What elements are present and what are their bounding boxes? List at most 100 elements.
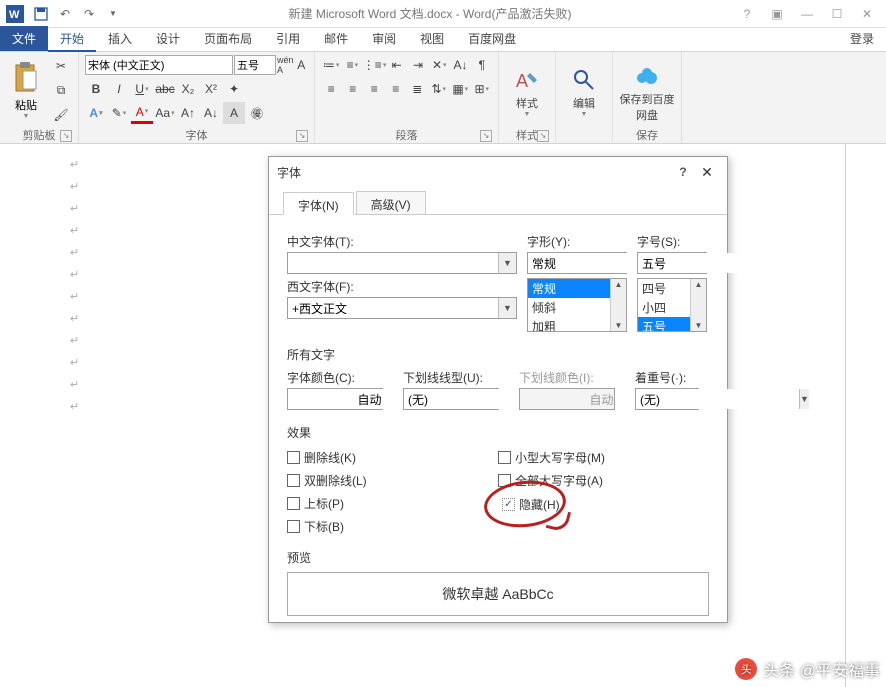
group-styles: A 样式 ▼ 样式↘ bbox=[499, 52, 556, 143]
scroll-up-icon[interactable]: ▲ bbox=[695, 279, 703, 290]
highlight-icon[interactable]: ✎ bbox=[108, 102, 130, 124]
align-right-icon[interactable]: ≡ bbox=[364, 78, 385, 100]
dialog-tab-advanced[interactable]: 高级(V) bbox=[356, 191, 426, 214]
shrink-font-icon[interactable]: A↓ bbox=[200, 102, 222, 124]
increase-indent-icon[interactable]: ⇥ bbox=[408, 54, 428, 76]
styles-launcher-icon[interactable]: ↘ bbox=[537, 130, 549, 142]
paste-button[interactable]: 粘贴 ▼ bbox=[6, 54, 46, 127]
maximize-icon[interactable]: ☐ bbox=[826, 7, 848, 21]
bullets-icon[interactable]: ≔ bbox=[321, 54, 341, 76]
multilevel-icon[interactable]: ⋮≡ bbox=[364, 54, 386, 76]
distribute-icon[interactable]: ≣ bbox=[407, 78, 428, 100]
borders-icon[interactable]: ⊞ bbox=[472, 78, 493, 100]
change-case-icon[interactable]: Aa bbox=[154, 102, 176, 124]
style-combo[interactable] bbox=[527, 252, 627, 274]
asian-layout-icon[interactable]: ✕ bbox=[429, 54, 449, 76]
dialog-tab-font[interactable]: 字体(N) bbox=[283, 192, 354, 215]
phonetic-icon[interactable]: wénA bbox=[277, 54, 294, 76]
tab-mailings[interactable]: 邮件 bbox=[312, 26, 360, 51]
clipboard-launcher-icon[interactable]: ↘ bbox=[60, 130, 72, 142]
tab-references[interactable]: 引用 bbox=[264, 26, 312, 51]
copy-icon[interactable]: ⧉ bbox=[50, 79, 72, 101]
tab-home[interactable]: 开始 bbox=[48, 26, 96, 51]
save-baidu-button[interactable]: 保存到百度网盘 bbox=[619, 54, 675, 127]
char-border-icon[interactable]: A bbox=[295, 54, 308, 76]
qat-customize-icon[interactable]: ▼ bbox=[102, 3, 124, 25]
underline-button[interactable]: U bbox=[131, 78, 153, 100]
size-listbox[interactable]: 四号 小四 五号 ▲▼ bbox=[637, 278, 707, 332]
undo-icon[interactable]: ↶ bbox=[54, 3, 76, 25]
chevron-down-icon[interactable]: ▼ bbox=[498, 298, 516, 318]
dialog-help-icon[interactable]: ? bbox=[671, 165, 695, 179]
western-font-combo[interactable]: ▼ bbox=[287, 297, 517, 319]
scroll-down-icon[interactable]: ▼ bbox=[695, 320, 703, 331]
chinese-font-combo[interactable]: ▼ bbox=[287, 252, 517, 274]
group-font: wénA A B I U abc X₂ X² ✦ A ✎ A Aa A↑ A↓ … bbox=[79, 52, 315, 143]
dialog-title: 字体 bbox=[277, 164, 671, 181]
numbering-icon[interactable]: ≡ bbox=[342, 54, 362, 76]
char-shading-icon[interactable]: A bbox=[223, 102, 245, 124]
redo-icon[interactable]: ↷ bbox=[78, 3, 100, 25]
format-painter-icon[interactable]: 🖌 bbox=[50, 104, 72, 126]
chevron-down-icon[interactable]: ▼ bbox=[498, 253, 516, 273]
small-caps-checkbox[interactable]: 小型大写字母(M) bbox=[498, 449, 709, 466]
styles-button[interactable]: A 样式 ▼ bbox=[505, 54, 549, 127]
close-icon[interactable]: ✕ bbox=[856, 7, 878, 21]
shading-icon[interactable]: ▦ bbox=[450, 78, 471, 100]
double-strike-checkbox[interactable]: 双删除线(L) bbox=[287, 472, 498, 489]
emphasis-combo[interactable]: ▼ bbox=[635, 388, 699, 410]
minimize-icon[interactable]: — bbox=[796, 7, 818, 21]
tab-layout[interactable]: 页面布局 bbox=[192, 26, 264, 51]
font-color-icon[interactable]: A bbox=[131, 102, 153, 124]
clear-format-icon[interactable]: ✦ bbox=[223, 78, 245, 100]
font-color-combo[interactable]: ▼ bbox=[287, 388, 383, 410]
dialog-close-icon[interactable]: ✕ bbox=[695, 164, 719, 181]
style-listbox[interactable]: 常规 倾斜 加粗 ▲▼ bbox=[527, 278, 627, 332]
size-combo[interactable] bbox=[637, 252, 707, 274]
help-icon[interactable]: ? bbox=[736, 7, 758, 21]
login-button[interactable]: 登录 bbox=[838, 26, 886, 51]
chinese-font-label: 中文字体(T): bbox=[287, 233, 517, 250]
paragraph-launcher-icon[interactable]: ↘ bbox=[480, 130, 492, 142]
save-icon[interactable] bbox=[30, 3, 52, 25]
grow-font-icon[interactable]: A↑ bbox=[177, 102, 199, 124]
strike-button[interactable]: abc bbox=[154, 78, 176, 100]
svg-text:W: W bbox=[9, 9, 20, 21]
editing-button[interactable]: 编辑 ▼ bbox=[562, 54, 606, 127]
tab-view[interactable]: 视图 bbox=[408, 26, 456, 51]
align-center-icon[interactable]: ≡ bbox=[343, 78, 364, 100]
tab-insert[interactable]: 插入 bbox=[96, 26, 144, 51]
tab-design[interactable]: 设计 bbox=[144, 26, 192, 51]
underline-type-combo[interactable]: ▼ bbox=[403, 388, 499, 410]
scroll-down-icon[interactable]: ▼ bbox=[615, 320, 623, 331]
all-text-label: 所有文字 bbox=[287, 346, 709, 363]
font-size-combo[interactable] bbox=[234, 55, 276, 75]
tab-review[interactable]: 审阅 bbox=[360, 26, 408, 51]
decrease-indent-icon[interactable]: ⇤ bbox=[387, 54, 407, 76]
scroll-up-icon[interactable]: ▲ bbox=[615, 279, 623, 290]
dialog-title-bar[interactable]: 字体 ? ✕ bbox=[269, 157, 727, 187]
subscript-button[interactable]: X₂ bbox=[177, 78, 199, 100]
tab-baidu[interactable]: 百度网盘 bbox=[456, 26, 528, 51]
all-caps-checkbox[interactable]: 全部大写字母(A) bbox=[498, 472, 709, 489]
subscript-checkbox[interactable]: 下标(B) bbox=[287, 518, 498, 535]
strike-checkbox[interactable]: 删除线(K) bbox=[287, 449, 498, 466]
text-effects-icon[interactable]: A bbox=[85, 102, 107, 124]
superscript-button[interactable]: X² bbox=[200, 78, 222, 100]
bold-button[interactable]: B bbox=[85, 78, 107, 100]
show-marks-icon[interactable]: ¶ bbox=[472, 54, 492, 76]
hidden-checkbox[interactable]: 隐藏(H) bbox=[502, 496, 705, 513]
font-launcher-icon[interactable]: ↘ bbox=[296, 130, 308, 142]
cut-icon[interactable]: ✂ bbox=[50, 55, 72, 77]
chevron-down-icon[interactable]: ▼ bbox=[799, 389, 809, 409]
sort-icon[interactable]: A↓ bbox=[450, 54, 470, 76]
justify-icon[interactable]: ≡ bbox=[386, 78, 407, 100]
line-spacing-icon[interactable]: ⇅ bbox=[429, 78, 450, 100]
superscript-checkbox[interactable]: 上标(P) bbox=[287, 495, 498, 512]
font-name-combo[interactable] bbox=[85, 55, 233, 75]
italic-button[interactable]: I bbox=[108, 78, 130, 100]
enclosed-char-icon[interactable]: ㊝ bbox=[246, 102, 268, 124]
ribbon-options-icon[interactable]: ▣ bbox=[766, 7, 788, 21]
tab-file[interactable]: 文件 bbox=[0, 26, 48, 51]
align-left-icon[interactable]: ≡ bbox=[321, 78, 342, 100]
